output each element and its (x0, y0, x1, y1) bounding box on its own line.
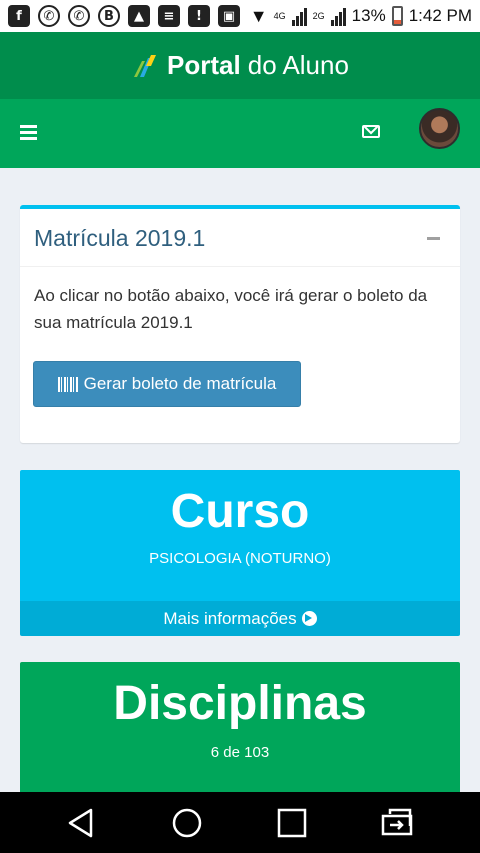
portal-logo-icon (134, 54, 157, 77)
disciplinas-value: 6 de 103 (210, 744, 270, 761)
box-body-text: Ao clicar no botão abaixo, você irá gera… (34, 286, 428, 332)
wifi-icon: ▼ (249, 5, 268, 26)
whatsapp-icon: ✆ (38, 5, 60, 27)
home-icon[interactable] (170, 806, 204, 840)
message-icon: ≡ (158, 5, 180, 27)
brand-title-light: do Aluno (247, 50, 349, 80)
facebook-icon: f (8, 5, 30, 27)
whatsapp-icon: ✆ (68, 5, 90, 27)
signal-4g-icon (291, 6, 307, 26)
signal-4g-label: 4G (273, 11, 286, 21)
arrow-circle-right-icon (301, 611, 317, 626)
battery-percent: 13% (351, 6, 386, 25)
battery-icon (391, 6, 403, 26)
generate-boleto-label: Gerar boleto de matrícula (83, 374, 277, 393)
system-navigation-bar (0, 792, 480, 853)
sim-icon: ▣ (218, 5, 240, 27)
image-icon: ▲ (128, 5, 150, 27)
box-title: Matrícula 2019.1 (34, 225, 206, 251)
curso-value: PSICOLOGIA (NOTURNO) (149, 550, 331, 567)
matricula-box: Matrícula 2019.1 Ao clicar no botão abai… (20, 205, 460, 443)
curso-heading: Curso (170, 485, 310, 538)
notification-icons: f ✆ ✆ B ▲ ≡ ! ▣ (0, 5, 240, 27)
clock: 1:42 PM (408, 6, 472, 25)
status-bar: f ✆ ✆ B ▲ ≡ ! ▣ ▼ 4G 2G 13% 1:42 PM (0, 0, 480, 32)
avatar[interactable] (419, 108, 460, 149)
signal-2g-icon (330, 6, 346, 26)
disciplinas-card: Disciplinas 6 de 103 (20, 662, 460, 802)
signal-2g-label: 2G (312, 11, 325, 21)
disciplinas-heading: Disciplinas (113, 677, 367, 730)
menu-icon[interactable] (20, 125, 37, 140)
alert-message-icon: ! (188, 5, 210, 27)
back-icon[interactable] (64, 806, 98, 840)
system-indicators: ▼ 4G 2G 13% 1:42 PM (250, 6, 480, 27)
recents-icon[interactable] (275, 806, 309, 840)
barcode-icon (57, 376, 78, 392)
more-info-label: Mais informações (163, 608, 297, 628)
curso-more-info-link[interactable]: Mais informações (20, 601, 460, 636)
curso-card: Curso PSICOLOGIA (NOTURNO) Mais informaç… (20, 470, 460, 636)
brand-title-bold: Portal (167, 50, 241, 80)
divider (20, 266, 460, 267)
collapse-icon[interactable] (427, 237, 440, 240)
b-icon: B (98, 5, 120, 27)
top-navbar (0, 99, 480, 168)
generate-boleto-button[interactable]: Gerar boleto de matrícula (33, 361, 301, 407)
brand-header[interactable]: Portal do Aluno (0, 32, 480, 99)
mail-icon[interactable] (362, 125, 380, 138)
switch-sim-icon[interactable] (380, 806, 414, 840)
